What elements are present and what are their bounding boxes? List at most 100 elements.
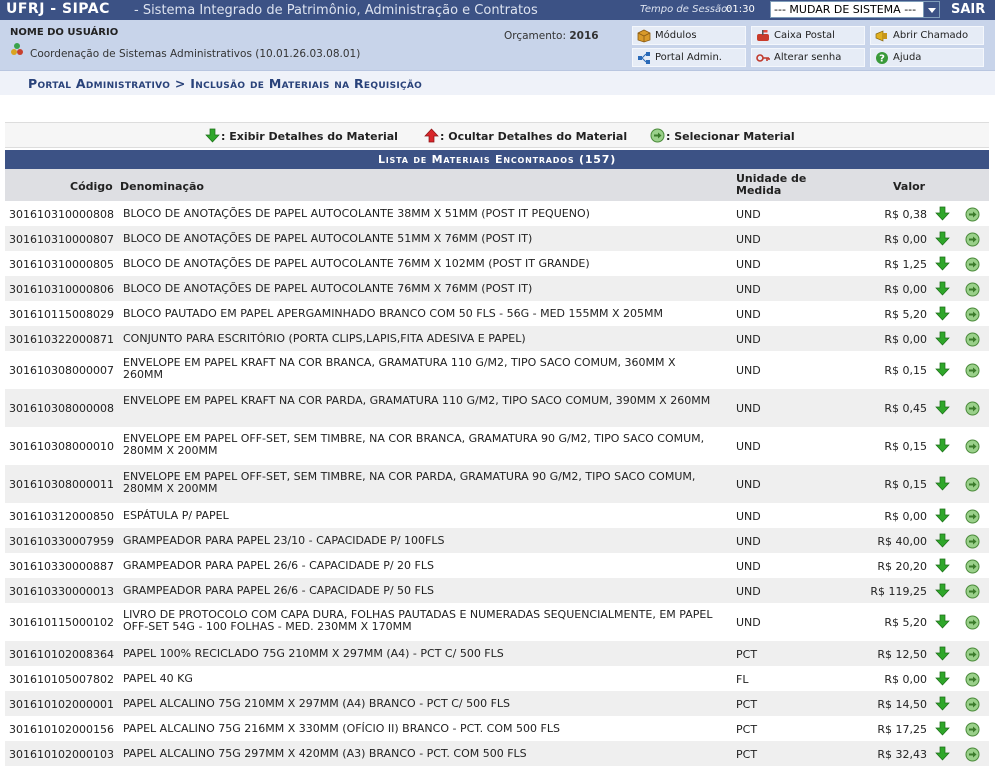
- table-row: 301610115000102 LIVRO DE PROTOCOLO COM CA…: [5, 603, 989, 641]
- green-circle-arrow-icon[interactable]: [965, 647, 980, 662]
- green-down-arrow-icon[interactable]: [935, 362, 950, 377]
- green-circle-arrow-icon[interactable]: [965, 747, 980, 762]
- green-down-arrow-icon[interactable]: [935, 438, 950, 453]
- table-row: 301610330000013 GRAMPEADOR PARA PAPEL 26/…: [5, 578, 989, 603]
- material-value: R$ 40,00: [877, 535, 927, 548]
- table-row: 301610102000103 PAPEL ALCALINO 75G 297MM …: [5, 741, 989, 766]
- help-icon: ?: [876, 52, 888, 65]
- material-name: BLOCO DE ANOTAÇÕES DE PAPEL AUTOCOLANTE …: [123, 207, 590, 220]
- session-label: Tempo de Sessão:: [640, 4, 731, 15]
- modules-label: Módulos: [655, 30, 697, 41]
- green-down-arrow-icon[interactable]: [935, 583, 950, 598]
- inbox-label: Caixa Postal: [774, 30, 835, 41]
- header-name: Denominação: [120, 180, 204, 193]
- green-circle-arrow-icon[interactable]: [965, 232, 980, 247]
- green-down-arrow-icon[interactable]: [935, 476, 950, 491]
- help-button[interactable]: ? Ajuda: [870, 48, 984, 67]
- table-row: 301610310000808 BLOCO DE ANOTAÇÕES DE PAP…: [5, 201, 989, 226]
- material-value: R$ 0,15: [884, 440, 927, 453]
- green-down-arrow-icon[interactable]: [935, 646, 950, 661]
- green-circle-arrow-icon[interactable]: [965, 672, 980, 687]
- green-down-arrow-icon[interactable]: [935, 721, 950, 736]
- material-code: 301610330000013: [9, 585, 114, 598]
- material-unit: UND: [736, 560, 761, 573]
- table-header: Código Denominação Unidade de Medida Val…: [5, 169, 989, 201]
- green-circle-arrow-icon[interactable]: [965, 584, 980, 599]
- green-down-arrow-icon[interactable]: [935, 614, 950, 629]
- material-unit: UND: [736, 233, 761, 246]
- material-unit: UND: [736, 440, 761, 453]
- green-down-arrow-icon[interactable]: [935, 331, 950, 346]
- logout-link[interactable]: SAIR: [951, 2, 985, 17]
- legend-select-label: : Selecionar Material: [666, 130, 795, 143]
- modules-button[interactable]: Módulos: [632, 26, 746, 45]
- material-code: 301610330000887: [9, 560, 114, 573]
- green-down-arrow-icon[interactable]: [935, 281, 950, 296]
- material-code: 301610115008029: [9, 308, 114, 321]
- material-name: ENVELOPE EM PAPEL OFF-SET, SEM TIMBRE, N…: [123, 470, 696, 495]
- green-down-arrow-icon[interactable]: [935, 696, 950, 711]
- material-value: R$ 0,15: [884, 364, 927, 377]
- green-down-arrow-icon[interactable]: [935, 400, 950, 415]
- material-code: 301610102000001: [9, 698, 114, 711]
- material-code: 301610310000806: [9, 283, 114, 296]
- green-down-arrow-icon[interactable]: [935, 671, 950, 686]
- green-circle-arrow-icon[interactable]: [965, 477, 980, 492]
- top-bar: UFRJ - SIPAC - Sistema Integrado de Patr…: [0, 0, 995, 20]
- green-down-arrow-icon[interactable]: [935, 746, 950, 761]
- table-row: 301610322000871 CONJUNTO PARA ESCRITÓRIO …: [5, 326, 989, 351]
- chevron-down-icon[interactable]: [923, 2, 939, 17]
- green-down-arrow-icon[interactable]: [935, 558, 950, 573]
- green-circle-arrow-icon[interactable]: [965, 722, 980, 737]
- material-name: PAPEL ALCALINO 75G 216MM X 330MM (OFÍCIO…: [123, 722, 560, 735]
- table-row: 301610308000008 ENVELOPE EM PAPEL KRAFT N…: [5, 389, 989, 427]
- session-time: 01:30: [726, 4, 755, 15]
- change-password-button[interactable]: Alterar senha: [751, 48, 865, 67]
- green-circle-arrow-icon[interactable]: [965, 615, 980, 630]
- material-code: 301610330007959: [9, 535, 114, 548]
- material-unit: PCT: [736, 723, 758, 736]
- material-name: PAPEL 100% RECICLADO 75G 210MM X 297MM (…: [123, 647, 504, 660]
- material-value: R$ 1,25: [884, 258, 927, 271]
- material-name: BLOCO DE ANOTAÇÕES DE PAPEL AUTOCOLANTE …: [123, 282, 533, 295]
- material-unit: PCT: [736, 698, 758, 711]
- green-circle-arrow-icon[interactable]: [965, 559, 980, 574]
- green-circle-arrow-icon[interactable]: [965, 363, 980, 378]
- green-down-arrow-icon[interactable]: [935, 231, 950, 246]
- open-ticket-button[interactable]: Abrir Chamado: [870, 26, 984, 45]
- material-code: 301610310000808: [9, 208, 114, 221]
- header-code: Código: [70, 180, 113, 193]
- green-circle-arrow-icon[interactable]: [965, 534, 980, 549]
- green-circle-arrow-icon[interactable]: [965, 439, 980, 454]
- svg-text:?: ?: [879, 54, 885, 65]
- green-down-arrow-icon[interactable]: [935, 256, 950, 271]
- inbox-button[interactable]: Caixa Postal: [751, 26, 865, 45]
- material-name: PAPEL 40 KG: [123, 672, 193, 685]
- green-circle-arrow-icon[interactable]: [965, 282, 980, 297]
- material-name: ESPÁTULA P/ PAPEL: [123, 509, 229, 522]
- green-circle-arrow-icon[interactable]: [965, 332, 980, 347]
- green-circle-arrow-icon[interactable]: [965, 307, 980, 322]
- green-circle-arrow-icon[interactable]: [965, 697, 980, 712]
- green-circle-arrow-icon[interactable]: [965, 509, 980, 524]
- green-down-arrow-icon[interactable]: [935, 206, 950, 221]
- key-icon: [756, 54, 770, 62]
- material-name: BLOCO PAUTADO EM PAPEL APERGAMINHADO BRA…: [123, 307, 664, 320]
- admin-portal-button[interactable]: Portal Admin.: [632, 48, 746, 67]
- header-unit: Unidade de Medida: [736, 172, 807, 197]
- material-name: BLOCO DE ANOTAÇÕES DE PAPEL AUTOCOLANTE …: [123, 257, 590, 270]
- material-code: 301610308000010: [9, 440, 114, 453]
- green-down-arrow-icon[interactable]: [935, 508, 950, 523]
- legend-hide-details: : Ocultar Detalhes do Material: [424, 128, 627, 143]
- budget-info: Orçamento: 2016: [504, 30, 599, 42]
- material-unit: UND: [736, 258, 761, 271]
- change-system-select[interactable]: --- MUDAR DE SISTEMA ---: [770, 1, 940, 18]
- green-circle-arrow-icon[interactable]: [965, 207, 980, 222]
- material-code: 301610102008364: [9, 648, 114, 661]
- user-name: NOME DO USUÁRIO: [10, 27, 119, 38]
- green-down-arrow-icon[interactable]: [935, 533, 950, 548]
- green-circle-arrow-icon[interactable]: [965, 257, 980, 272]
- green-circle-arrow-icon[interactable]: [965, 401, 980, 416]
- red-up-arrow-icon: [424, 128, 439, 143]
- green-down-arrow-icon[interactable]: [935, 306, 950, 321]
